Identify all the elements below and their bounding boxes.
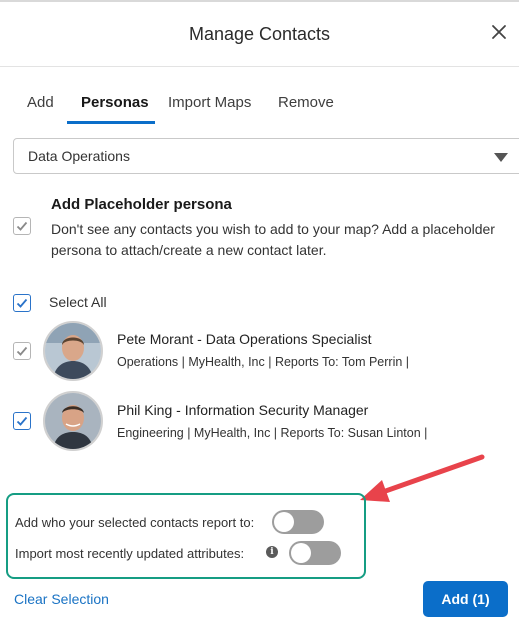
report-to-toggle[interactable]: [272, 510, 324, 534]
select-all-label: Select All: [49, 294, 107, 310]
info-icon[interactable]: i: [266, 546, 278, 558]
report-to-label: Add who your selected contacts report to…: [15, 515, 255, 530]
recent-attributes-toggle[interactable]: [289, 541, 341, 565]
contact-meta: Operations | MyHealth, Inc | Reports To:…: [117, 355, 410, 369]
contact-checkbox[interactable]: [13, 412, 31, 430]
person-photo-icon: [45, 393, 101, 449]
check-icon: [16, 221, 28, 231]
avatar: [43, 321, 103, 381]
persona-select[interactable]: Data Operations: [13, 138, 519, 174]
tab-personas[interactable]: Personas: [81, 94, 149, 111]
modal-header: Manage Contacts: [0, 2, 519, 67]
add-button[interactable]: Add (1): [423, 581, 508, 617]
manage-contacts-modal: Manage Contacts Add Personas Import Maps…: [0, 0, 519, 626]
annotation-highlight-box: [6, 493, 366, 579]
contact-title: - Information Security Manager: [172, 402, 369, 418]
modal-title: Manage Contacts: [188, 24, 331, 44]
tab-import-maps[interactable]: Import Maps: [168, 94, 251, 111]
placeholder-description: Don't see any contacts you wish to add t…: [51, 221, 495, 258]
active-tab-indicator: [67, 121, 155, 124]
check-icon: [16, 298, 28, 308]
placeholder-checkbox[interactable]: [13, 217, 31, 235]
close-icon[interactable]: [487, 20, 511, 44]
tab-bar: Add Personas Import Maps Remove: [14, 88, 514, 124]
check-icon: [16, 416, 28, 426]
caret-down-icon: [494, 153, 508, 162]
person-photo-icon: [45, 323, 101, 379]
toggle-knob: [274, 512, 294, 532]
avatar: [43, 391, 103, 451]
recent-attributes-label: Import most recently updated attributes:: [15, 546, 245, 561]
persona-select-value: Data Operations: [28, 148, 130, 164]
check-icon: [16, 346, 28, 356]
clear-selection-link[interactable]: Clear Selection: [14, 591, 109, 607]
placeholder-title: Add Placeholder persona: [51, 196, 232, 213]
annotation-arrow-icon: [360, 454, 485, 502]
tab-add[interactable]: Add: [27, 94, 54, 111]
contact-name: Phil King: [117, 402, 173, 418]
select-all-checkbox[interactable]: [13, 294, 31, 312]
tab-remove[interactable]: Remove: [278, 94, 334, 111]
contact-checkbox[interactable]: [13, 342, 31, 360]
contact-name-line: Phil King - Information Security Manager: [117, 402, 368, 418]
contact-title: - Data Operations Specialist: [193, 331, 372, 347]
contact-name: Pete Morant: [117, 331, 194, 347]
contact-meta: Engineering | MyHealth, Inc | Reports To…: [117, 426, 428, 440]
contact-name-line: Pete Morant - Data Operations Specialist: [117, 331, 371, 347]
toggle-knob: [291, 543, 311, 563]
